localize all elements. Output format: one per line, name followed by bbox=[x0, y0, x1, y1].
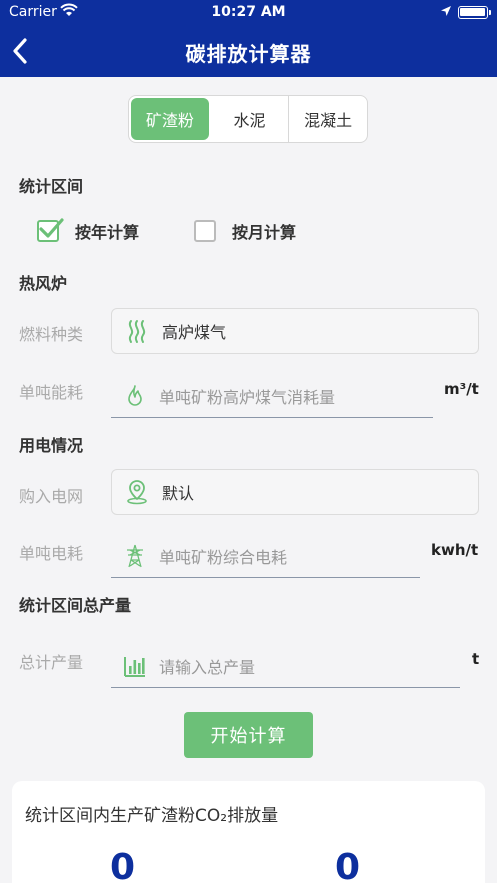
nav-header: Carrier 10:27 AM 碳排放计算器 bbox=[0, 0, 497, 77]
fuel-type-label: 燃料种类 bbox=[19, 325, 84, 344]
battery-icon bbox=[458, 6, 491, 19]
checkbox-monthly[interactable]: 按月计算 bbox=[194, 219, 296, 243]
tab-slag-powder[interactable]: 矿渣粉 bbox=[131, 98, 209, 140]
flame-icon bbox=[128, 384, 142, 406]
grid-value: 默认 bbox=[162, 484, 195, 503]
checkbox-monthly-box[interactable] bbox=[194, 220, 216, 242]
tab-concrete[interactable]: 混凝土 bbox=[289, 96, 367, 142]
location-arrow-icon bbox=[441, 6, 451, 16]
power-consumption-label: 单吨电耗 bbox=[19, 544, 84, 563]
material-tabs: 矿渣粉 水泥 混凝土 bbox=[128, 95, 368, 143]
checkbox-yearly[interactable]: 按年计算 bbox=[37, 218, 140, 243]
checkmark-icon bbox=[39, 218, 64, 238]
status-bar: Carrier 10:27 AM bbox=[0, 0, 497, 26]
section-hot-stove-title: 热风炉 bbox=[19, 274, 68, 293]
checkbox-monthly-label: 按月计算 bbox=[232, 223, 297, 242]
total-output-label: 总计产量 bbox=[19, 653, 84, 672]
grid-label: 购入电网 bbox=[19, 487, 84, 506]
gas-consumption-label: 单吨能耗 bbox=[19, 383, 84, 402]
gas-consumption-input[interactable]: 单吨矿粉高炉煤气消耗量 bbox=[111, 374, 433, 418]
power-consumption-unit: kwh/t bbox=[431, 541, 479, 559]
page-title: 碳排放计算器 bbox=[185, 42, 312, 66]
total-output-placeholder: 请输入总产量 bbox=[159, 657, 256, 677]
result-value-right: 0 bbox=[335, 847, 361, 883]
clock: 10:27 AM bbox=[211, 4, 286, 20]
total-output-input[interactable]: 请输入总产量 bbox=[111, 644, 460, 688]
power-consumption-placeholder: 单吨矿粉综合电耗 bbox=[159, 547, 288, 567]
bar-chart-icon bbox=[124, 656, 145, 677]
total-output-unit: t bbox=[472, 650, 480, 668]
power-tower-icon bbox=[127, 544, 143, 567]
checkbox-yearly-label: 按年计算 bbox=[75, 223, 140, 242]
result-value-left: 0 bbox=[110, 847, 136, 883]
gas-consumption-placeholder: 单吨矿粉高炉煤气消耗量 bbox=[159, 387, 336, 407]
gas-consumption-unit: m³/t bbox=[444, 380, 479, 398]
fuel-type-value: 高炉煤气 bbox=[162, 323, 227, 342]
section-electricity-title: 用电情况 bbox=[19, 436, 84, 455]
result-title: 统计区间内生产矿渣粉CO₂排放量 bbox=[25, 806, 279, 826]
start-calculation-button[interactable]: 开始计算 bbox=[184, 712, 313, 758]
section-period-title: 统计区间 bbox=[19, 177, 84, 196]
grid-select[interactable]: 默认 bbox=[111, 469, 479, 515]
checkbox-yearly-box[interactable] bbox=[37, 218, 64, 242]
result-card: 统计区间内生产矿渣粉CO₂排放量 0 0 bbox=[12, 781, 485, 883]
map-pin-icon bbox=[127, 480, 147, 505]
heat-waves-icon bbox=[128, 320, 146, 343]
power-consumption-input[interactable]: 单吨矿粉综合电耗 bbox=[111, 534, 420, 578]
section-output-title: 统计区间总产量 bbox=[19, 596, 132, 615]
fuel-type-select[interactable]: 高炉煤气 bbox=[111, 308, 479, 354]
tab-cement[interactable]: 水泥 bbox=[211, 96, 290, 142]
